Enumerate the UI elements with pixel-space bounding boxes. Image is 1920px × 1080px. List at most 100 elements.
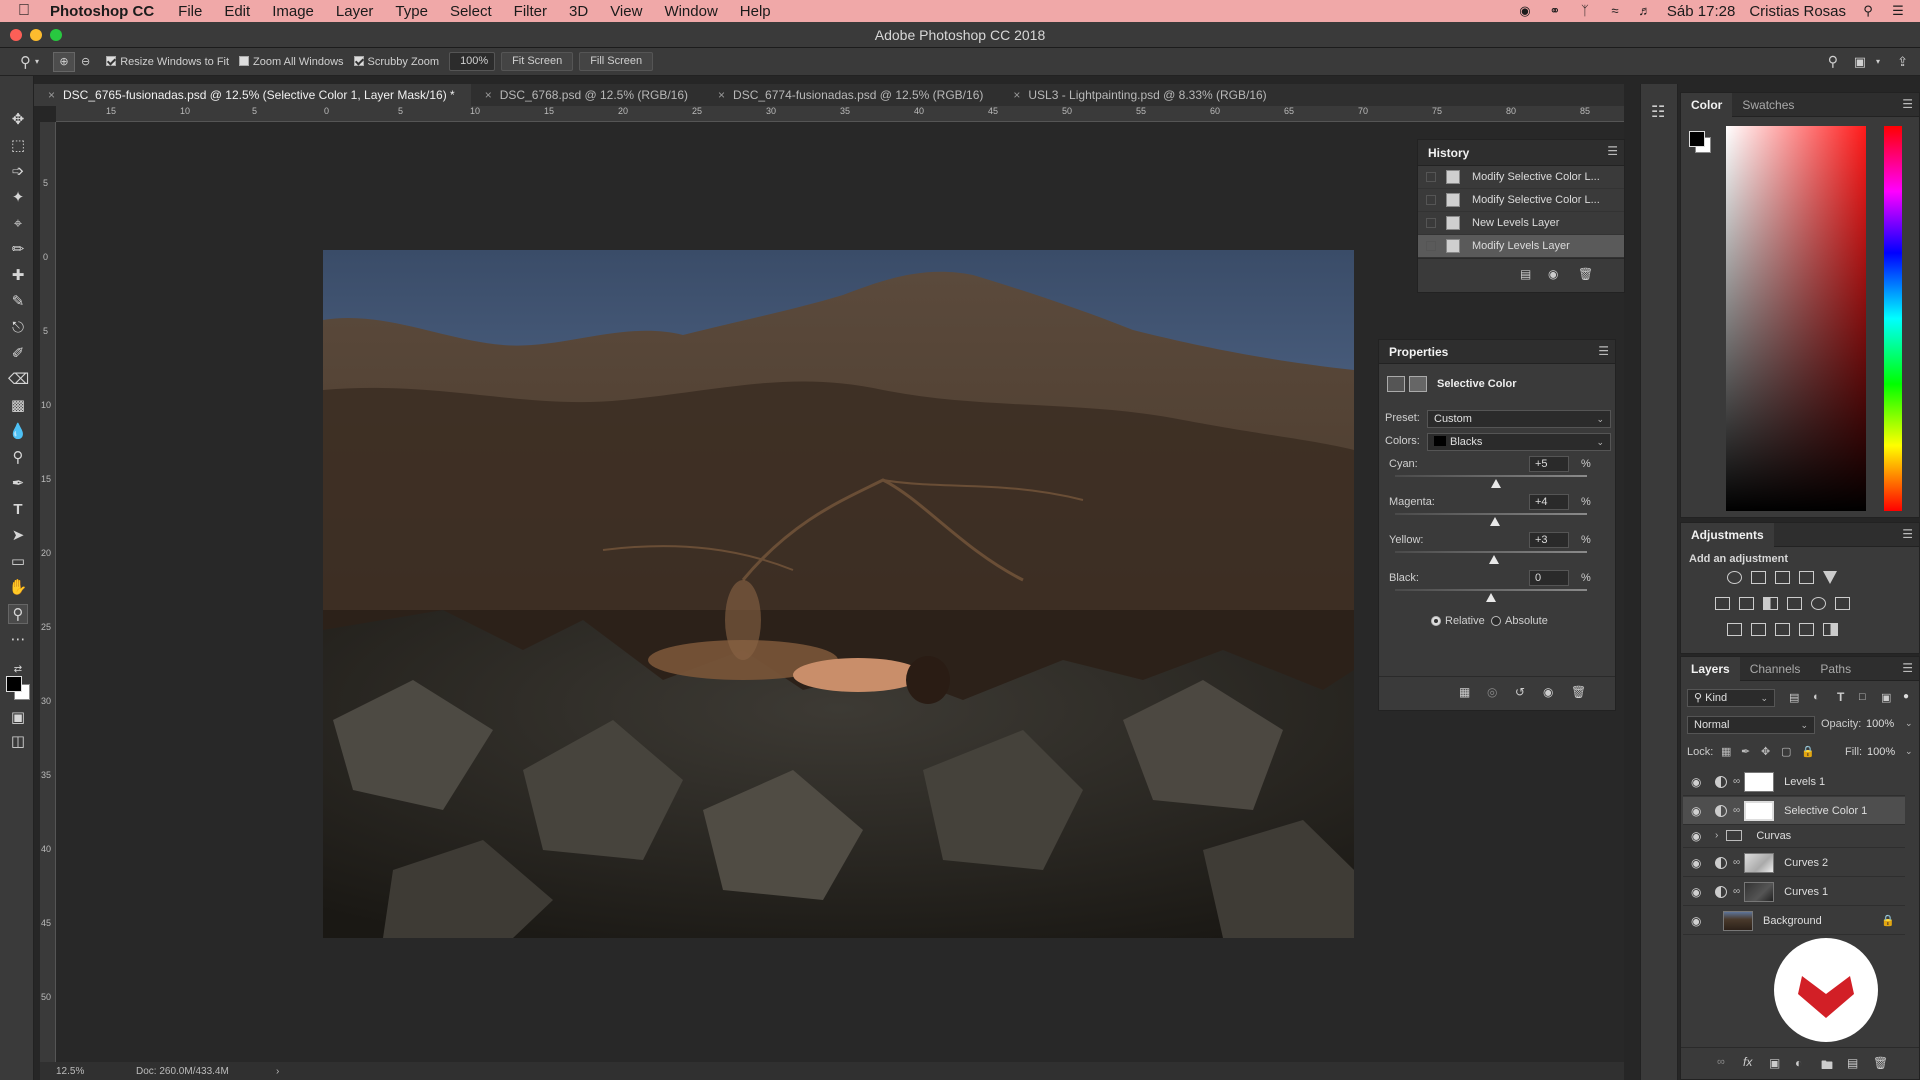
layer-row[interactable]: ◉ ∞ Curves 2 <box>1683 849 1905 877</box>
filter-type-icon[interactable]: T <box>1837 690 1844 704</box>
fill-screen-button[interactable]: Fill Screen <box>579 52 654 71</box>
doc-tab-1[interactable]: × DSC_6765-fusionadas.psd @ 12.5% (Select… <box>34 84 471 106</box>
lock-artboard-icon[interactable]: ▢ <box>1781 745 1791 758</box>
crop-tool-icon[interactable]: ⌖ <box>8 214 28 234</box>
lock-all-icon[interactable]: 🔒 <box>1801 745 1815 758</box>
lock-transparent-icon[interactable]: ▦ <box>1721 745 1731 758</box>
colors-dropdown[interactable]: Blacks ⌄ <box>1427 433 1611 451</box>
menu-help[interactable]: Help <box>740 3 771 20</box>
zoom-all-windows-checkbox[interactable]: Zoom All Windows <box>239 55 344 68</box>
properties-tab[interactable]: Properties <box>1379 340 1458 364</box>
chevron-down-icon[interactable]: ▾ <box>1876 57 1880 66</box>
cyan-slider-track[interactable] <box>1395 475 1587 477</box>
link-icon[interactable]: ∞ <box>1733 886 1740 897</box>
layer-mask-thumbnail[interactable] <box>1744 800 1775 821</box>
history-tab[interactable]: History <box>1418 141 1479 165</box>
quick-mask-icon[interactable]: ▣ <box>8 708 28 728</box>
magenta-slider-thumb[interactable] <box>1489 517 1500 526</box>
layer-row[interactable]: ◉ ∞ Levels 1 <box>1683 768 1905 796</box>
cyan-value-field[interactable]: +5 <box>1529 456 1569 472</box>
pen-tool-icon[interactable]: ✒ <box>8 474 28 494</box>
filter-toggle-icon[interactable]: ● <box>1903 691 1909 702</box>
hue-saturation-icon[interactable] <box>1715 597 1730 610</box>
layer-row[interactable]: ◉ ∞ Curves 1 <box>1683 878 1905 906</box>
layer-mask-thumbnail[interactable] <box>1744 881 1775 902</box>
menu-image[interactable]: Image <box>272 3 314 20</box>
eye-icon[interactable]: ◉ <box>1691 805 1705 817</box>
filter-kind-dropdown[interactable]: ⚲ Kind ⌄ <box>1687 689 1775 707</box>
layer-mask-thumbnail[interactable] <box>1744 771 1775 792</box>
invert-icon[interactable] <box>1727 623 1742 636</box>
filter-adjustment-icon[interactable]: ◐ <box>1813 691 1820 703</box>
yellow-slider-track[interactable] <box>1395 551 1587 553</box>
menu-app-name[interactable]: Photoshop CC <box>50 3 154 20</box>
mask-icon[interactable] <box>1409 376 1427 392</box>
menubar-clock[interactable]: Sáb 17:28 <box>1667 3 1735 20</box>
menu-window[interactable]: Window <box>664 3 717 20</box>
chevron-down-icon[interactable]: ⌄ <box>1905 746 1913 757</box>
opacity-field[interactable]: 100% <box>1866 718 1894 730</box>
menu-type[interactable]: Type <box>395 3 428 20</box>
path-selection-icon[interactable]: ➤ <box>8 526 28 546</box>
doc-tab-2[interactable]: × DSC_6768.psd @ 12.5% (RGB/16) <box>471 84 704 106</box>
history-item[interactable]: Modify Selective Color L... <box>1418 189 1624 212</box>
tab-color[interactable]: Color <box>1681 92 1733 117</box>
volume-icon[interactable]: ♬ <box>1637 4 1653 18</box>
new-layer-icon[interactable]: ▤ <box>1847 1056 1858 1070</box>
menu-filter[interactable]: Filter <box>514 3 547 20</box>
blur-tool-icon[interactable]: 💧 <box>8 422 28 442</box>
zoom-tool-icon[interactable]: ⚲ <box>20 53 31 71</box>
close-tab-icon[interactable]: × <box>1013 88 1020 102</box>
black-slider-track[interactable] <box>1395 589 1587 591</box>
panel-menu-icon[interactable]: ☰ <box>1902 661 1913 675</box>
screen-mode-icon[interactable]: ◫ <box>8 732 28 752</box>
foreground-swatch[interactable] <box>1689 131 1705 147</box>
zoom-out-icon[interactable]: ⊖ <box>81 55 90 68</box>
layer-row[interactable]: ◉ ∞ Selective Color 1 <box>1683 797 1905 825</box>
blend-mode-dropdown[interactable]: Normal ⌄ <box>1687 716 1815 734</box>
tab-adjustments[interactable]: Adjustments <box>1681 522 1774 547</box>
layer-group-row[interactable]: ◉ › Curvas <box>1683 824 1905 848</box>
panel-menu-icon[interactable]: ☰ <box>1607 144 1618 158</box>
brush-tool-icon[interactable]: ✎ <box>8 292 28 312</box>
panel-menu-icon[interactable]: ☰ <box>1902 527 1913 541</box>
link-layers-icon[interactable]: ∞ <box>1717 1056 1725 1068</box>
color-field[interactable] <box>1726 126 1866 511</box>
layer-mask-thumbnail[interactable] <box>1744 852 1775 873</box>
layer-row[interactable]: ◉ Background 🔒 <box>1683 907 1905 935</box>
close-tab-icon[interactable]: × <box>485 88 492 102</box>
history-brush-icon[interactable]: ✐ <box>8 344 28 364</box>
cyan-slider-thumb[interactable] <box>1490 479 1501 488</box>
learn-panel-icon[interactable]: ☷ <box>1651 102 1665 122</box>
absolute-radio[interactable] <box>1491 616 1501 626</box>
document-image[interactable] <box>323 250 1354 938</box>
view-previous-icon[interactable]: ◎ <box>1487 685 1497 699</box>
reset-icon[interactable]: ↺ <box>1515 685 1525 699</box>
brightness-icon[interactable] <box>1727 571 1742 584</box>
history-checkbox[interactable] <box>1426 241 1436 251</box>
menu-select[interactable]: Select <box>450 3 492 20</box>
filter-pixel-icon[interactable]: ▤ <box>1789 691 1799 704</box>
filter-smart-icon[interactable]: ▣ <box>1881 691 1891 704</box>
foreground-color-swatch[interactable] <box>6 676 22 692</box>
new-group-icon[interactable]: 🖿 <box>1821 1056 1833 1077</box>
type-tool-icon[interactable]: T <box>8 500 28 520</box>
filter-shape-icon[interactable]: □ <box>1859 691 1866 703</box>
spotlight-icon[interactable]: ⚲ <box>1860 4 1876 18</box>
dodge-tool-icon[interactable]: ⚲ <box>8 448 28 468</box>
eye-icon[interactable]: ◉ <box>1691 857 1705 869</box>
bluetooth-icon[interactable]: ᛉ <box>1577 4 1593 18</box>
eraser-tool-icon[interactable]: ⌫ <box>8 370 29 390</box>
lasso-tool-icon[interactable]: ➩ <box>8 162 28 182</box>
menu-3d[interactable]: 3D <box>569 3 588 20</box>
doc-tab-3[interactable]: × DSC_6774-fusionadas.psd @ 12.5% (RGB/16… <box>704 84 999 106</box>
eye-icon[interactable]: ◉ <box>1691 830 1705 842</box>
color-balance-icon[interactable] <box>1739 597 1754 610</box>
levels-icon[interactable] <box>1751 571 1766 584</box>
apple-icon[interactable]:  <box>18 2 38 20</box>
history-item[interactable]: Modify Levels Layer <box>1418 235 1624 258</box>
lock-position-icon[interactable]: ✥ <box>1761 745 1770 758</box>
camera-icon[interactable]: ◉ <box>1548 267 1558 281</box>
panel-menu-icon[interactable]: ☰ <box>1902 97 1913 111</box>
notifications-icon[interactable]: ☰ <box>1890 4 1906 18</box>
